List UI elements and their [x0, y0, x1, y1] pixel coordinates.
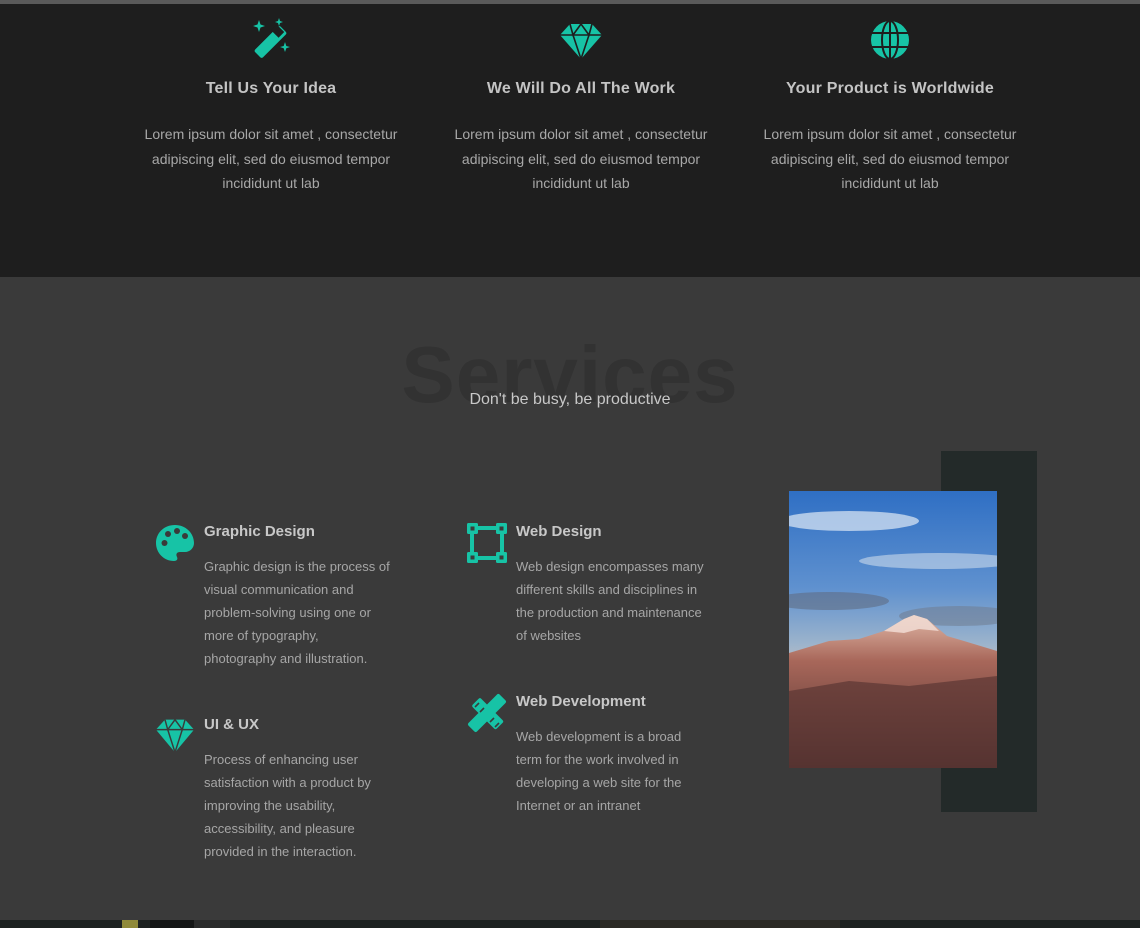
service-title: UI & UX [204, 716, 260, 733]
diamond-icon [155, 718, 195, 755]
footer-strip-block [150, 920, 194, 928]
feature-title: Your Product is Worldwide [786, 80, 994, 97]
pencil-ruler-icon [468, 694, 506, 732]
globe-icon [871, 20, 909, 60]
feature-title: We Will Do All The Work [486, 80, 676, 97]
service-title: Web Development [516, 693, 646, 710]
feature-text: Lorem ipsum dolor sit amet , consectetur… [144, 126, 398, 191]
feature-text: Lorem ipsum dolor sit amet , consectetur… [454, 126, 708, 191]
service-text: Graphic design is the process of visual … [204, 559, 390, 666]
footer-strip-block [600, 920, 840, 928]
footer-strip-accent [122, 920, 138, 928]
service-text: Web design encompasses many different sk… [516, 559, 704, 643]
service-title: Graphic Design [204, 523, 315, 540]
vector-square-icon [467, 523, 507, 563]
services-tagline: Don't be busy, be productive [469, 391, 671, 408]
feature-title: Tell Us Your Idea [205, 80, 337, 97]
feature-work: We Will Do All The Work Lorem ipsum dolo… [441, 4, 721, 196]
magic-wand-icon [253, 18, 290, 58]
service-text: Process of enhancing user satisfaction w… [204, 752, 371, 859]
feature-worldwide: Your Product is Worldwide Lorem ipsum do… [750, 4, 1030, 196]
diamond-icon [560, 22, 602, 62]
features-band: Tell Us Your Idea Lorem ipsum dolor sit … [0, 4, 1140, 277]
footer-strip-block [194, 920, 230, 928]
feature-text: Lorem ipsum dolor sit amet , consectetur… [763, 126, 1017, 191]
service-text: Web development is a broad term for the … [516, 729, 682, 813]
services-section: Services Don't be busy, be productive Gr… [0, 277, 1140, 920]
mountain-photo [789, 491, 997, 768]
feature-idea: Tell Us Your Idea Lorem ipsum dolor sit … [131, 4, 411, 196]
palette-icon [156, 525, 194, 561]
service-title: Web Design [516, 523, 602, 540]
